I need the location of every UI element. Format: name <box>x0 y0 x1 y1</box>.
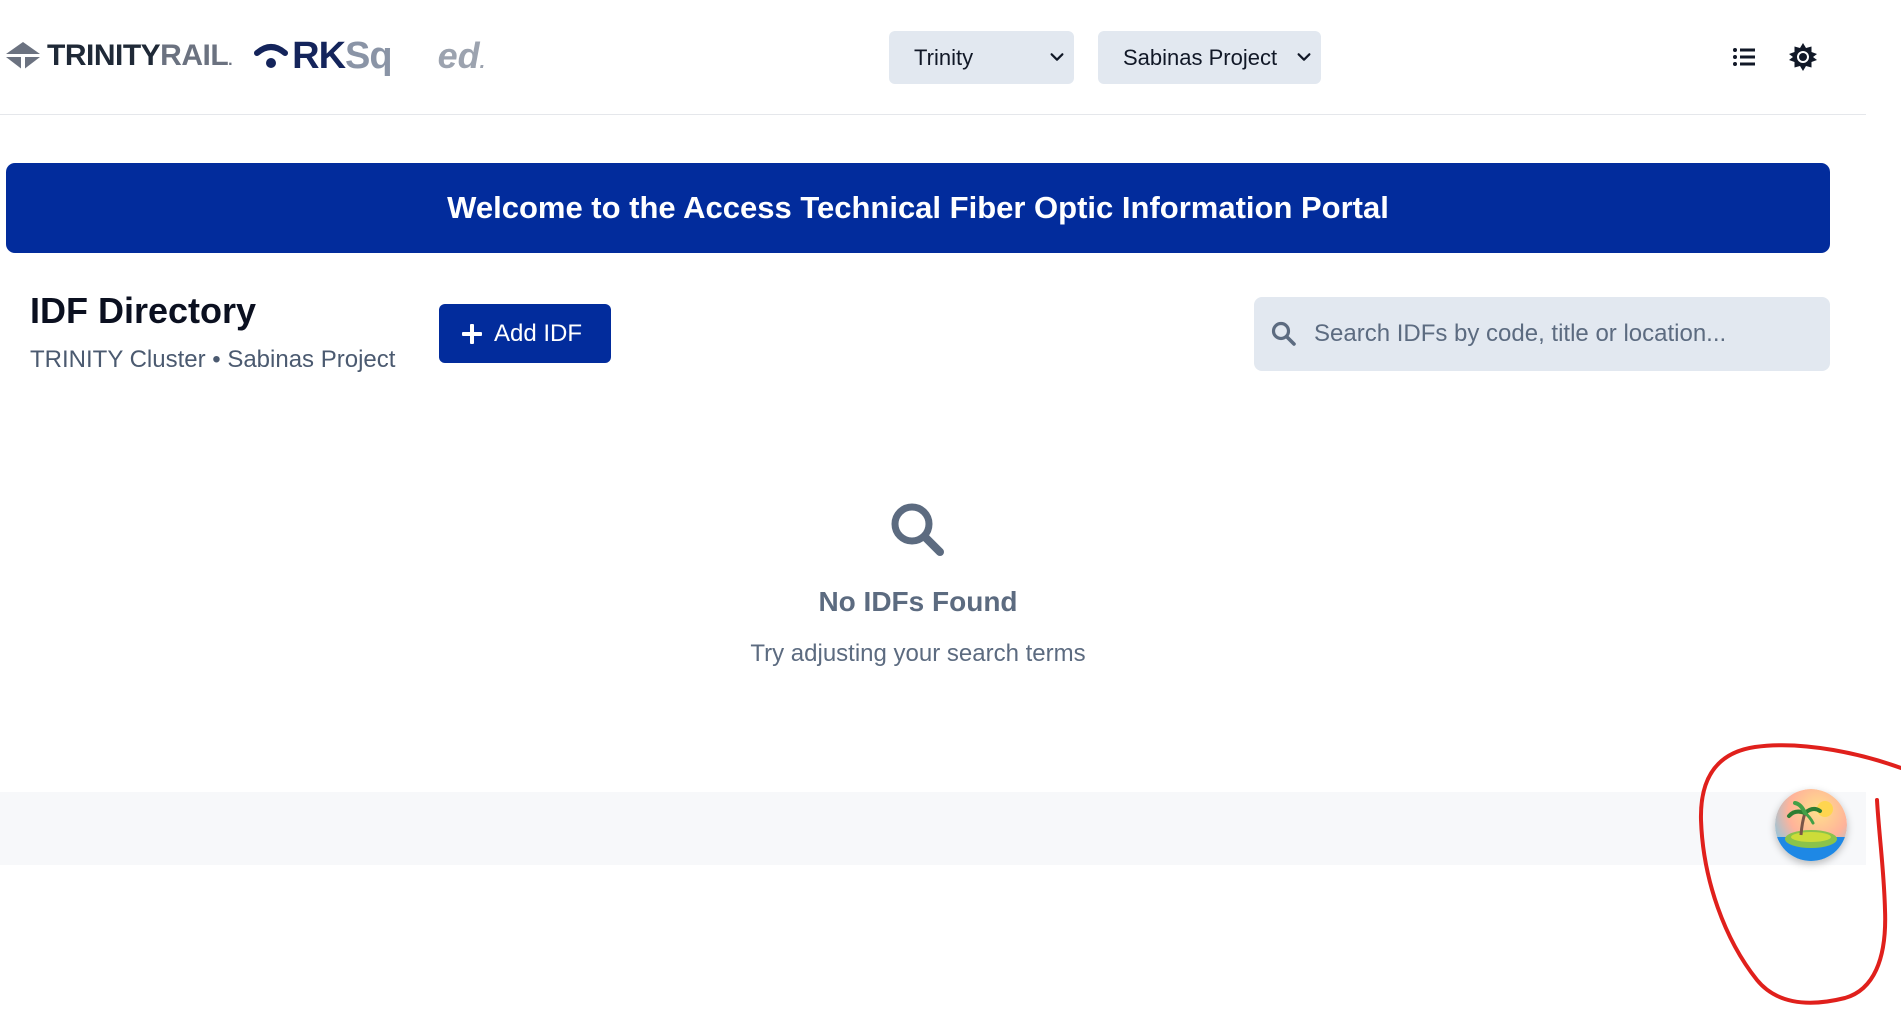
ed-logo[interactable]: ed. <box>438 35 486 77</box>
sq-wordmark: Sq <box>345 34 393 77</box>
add-idf-button-label: Add IDF <box>494 319 583 347</box>
empty-state-message: Try adjusting your search terms <box>750 640 1086 667</box>
sun-icon <box>1789 43 1817 71</box>
trinityrail-mark-icon <box>6 42 40 70</box>
red-circle-annotation <box>1698 743 1901 1005</box>
welcome-banner: Welcome to the Access Technical Fiber Op… <box>6 163 1830 253</box>
trinityrail-logo[interactable]: TRINITYRAIL. <box>6 32 233 80</box>
rk-wordmark: RK <box>292 34 346 77</box>
idf-search-input[interactable] <box>1314 320 1814 348</box>
chevron-down-icon <box>1297 53 1311 61</box>
cluster-select[interactable]: Trinity <box>889 31 1074 84</box>
footer-band <box>0 792 1866 865</box>
list-view-button[interactable] <box>1729 42 1759 72</box>
theme-toggle-button[interactable] <box>1788 42 1818 72</box>
logo-group: TRINITYRAIL. RK Sq ed. <box>6 32 485 80</box>
trademark-dot: . <box>228 52 233 69</box>
cluster-select-value: Trinity <box>914 44 974 70</box>
plus-icon <box>462 323 482 344</box>
ed-wordmark: ed <box>437 35 480 76</box>
welcome-banner-text: Welcome to the Access Technical Fiber Op… <box>447 190 1389 225</box>
chevron-down-icon <box>1050 53 1064 61</box>
beach-island-avatar-icon <box>1775 789 1847 861</box>
empty-search-icon <box>891 503 944 556</box>
project-select[interactable]: Sabinas Project <box>1098 31 1321 84</box>
empty-state-title: No IDFs Found <box>818 586 1018 617</box>
rail-wordmark: RAIL <box>160 39 229 72</box>
project-select-value: Sabinas Project <box>1123 44 1278 70</box>
wifi-signal-icon <box>254 44 289 68</box>
page-title: IDF Directory <box>30 290 257 331</box>
search-icon <box>1271 321 1296 346</box>
rksq-logo[interactable]: RK Sq <box>254 32 393 80</box>
ed-dot: . <box>479 51 486 73</box>
idf-search-box[interactable] <box>1254 297 1830 371</box>
page-subtitle: TRINITY Cluster • Sabinas Project <box>30 346 396 373</box>
top-header: TRINITYRAIL. RK Sq ed. Trinity Sabinas Pr… <box>0 0 1866 115</box>
trinity-wordmark: TRINITY <box>47 39 161 72</box>
floating-avatar-button[interactable] <box>1775 789 1847 861</box>
list-icon <box>1733 48 1755 66</box>
add-idf-button[interactable]: Add IDF <box>439 304 611 363</box>
